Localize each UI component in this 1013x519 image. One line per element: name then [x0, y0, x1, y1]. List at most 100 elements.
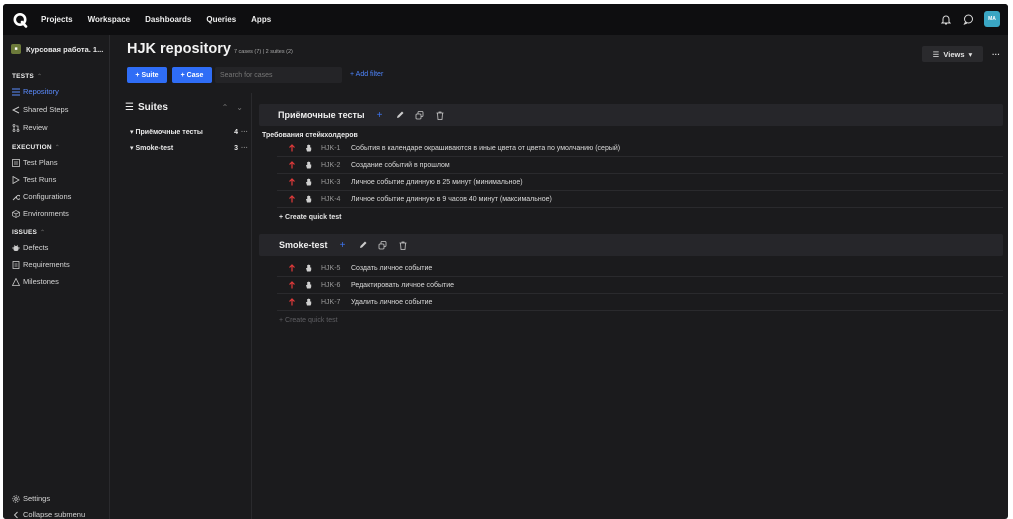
suite-count: 3 — [234, 144, 238, 152]
priority-high-icon — [285, 178, 299, 186]
page-subtitle: 7 cases (7) | 2 suites (2) — [233, 49, 293, 55]
case-title: События в календаре окрашиваются в иные … — [351, 144, 621, 152]
hand-icon — [303, 195, 315, 203]
chat-icon[interactable] — [962, 13, 974, 25]
test-case-row[interactable]: HJK-1 События в календаре окрашиваются в… — [277, 140, 1003, 157]
caret-down-icon: ▾ — [968, 49, 973, 59]
sidebar-item-configurations[interactable]: Configurations — [12, 192, 71, 201]
sidebar-item-review[interactable]: Review — [12, 123, 48, 132]
list-icon — [12, 88, 20, 96]
suite-tree-item[interactable]: ▾ Smoke-test 3 ··· — [130, 144, 248, 153]
hand-icon — [303, 264, 315, 272]
section-tests[interactable]: TESTS ⌃ — [12, 73, 42, 80]
hand-icon — [303, 281, 315, 289]
create-quick-test-link[interactable]: + Create quick test — [279, 214, 341, 221]
clone-icon[interactable] — [378, 240, 388, 250]
nav-queries[interactable]: Queries — [206, 15, 236, 24]
document-icon — [12, 260, 20, 269]
priority-high-icon — [285, 264, 299, 272]
nav-apps[interactable]: Apps — [251, 15, 271, 24]
milestone-icon — [12, 277, 20, 286]
sidebar-item-test-runs[interactable]: Test Runs — [12, 175, 56, 184]
test-case-row[interactable]: HJK-5 Создать личное событие — [277, 260, 1003, 277]
section-issues[interactable]: ISSUES ⌃ — [12, 229, 45, 236]
priority-high-icon — [285, 161, 299, 169]
case-title: Удалить личное событие — [351, 298, 433, 306]
case-title: Личное событие длинную в 9 часов 40 мину… — [351, 195, 552, 203]
play-icon — [12, 175, 20, 184]
suite-tree-item[interactable]: ▾ Приёмочные тесты 4 ··· — [130, 128, 248, 137]
suite-count: 4 — [234, 128, 238, 136]
sidebar-item-label: Collapse submenu — [23, 510, 86, 519]
sidebar-item-defects[interactable]: Defects — [12, 243, 48, 252]
project-selector[interactable]: ■ Курсовая работа. 1... — [11, 44, 103, 54]
sidebar-item-shared-steps[interactable]: Shared Steps — [12, 105, 68, 114]
case-id: HJK-5 — [321, 264, 341, 272]
add-suite-button[interactable]: + Suite — [127, 67, 167, 83]
sidebar-item-label: Review — [23, 123, 48, 132]
case-title: Создать личное событие — [351, 264, 433, 272]
add-case-icon[interactable]: + — [375, 110, 385, 121]
search-input[interactable]: Search for cases — [215, 67, 342, 83]
trash-icon[interactable] — [398, 240, 408, 250]
collapse-submenu-button[interactable]: Collapse submenu — [12, 510, 85, 519]
test-case-row[interactable]: HJK-3 Личное событие длинную в 25 минут … — [277, 174, 1003, 191]
sidebar-item-label: Test Runs — [23, 175, 57, 184]
add-filter-link[interactable]: + Add filter — [350, 71, 383, 78]
app-window: Projects Workspace Dashboards Queries Ap… — [3, 4, 1008, 519]
chevron-up-icon: ⌃ — [36, 74, 43, 80]
test-case-row[interactable]: HJK-4 Личное событие длинную в 9 часов 4… — [277, 191, 1003, 208]
more-icon[interactable]: ··· — [241, 129, 248, 136]
sidebar-item-repository[interactable]: Repository — [12, 87, 59, 96]
chevron-left-icon — [12, 511, 20, 519]
views-dropdown[interactable]: ☰ Views ▾ — [922, 46, 983, 62]
section-execution[interactable]: EXECUTION ⌃ — [12, 144, 60, 151]
project-badge-icon: ■ — [11, 44, 21, 54]
hand-icon — [303, 161, 315, 169]
bell-icon[interactable] — [940, 13, 952, 25]
collapse-all-icon[interactable]: ⌄ — [236, 103, 243, 112]
priority-high-icon — [285, 144, 299, 152]
views-label: Views — [943, 49, 965, 59]
section-tests-label: TESTS — [12, 73, 34, 80]
edit-icon[interactable] — [395, 110, 405, 120]
more-options-button[interactable]: ··· — [989, 46, 1003, 62]
nav-workspace[interactable]: Workspace — [88, 15, 131, 24]
share-icon — [12, 106, 20, 114]
test-case-row[interactable]: HJK-2 Создание событий в прошлом — [277, 157, 1003, 174]
sidebar-item-environments[interactable]: Environments — [12, 209, 69, 218]
case-id: HJK-7 — [321, 298, 341, 306]
suite-tree-label: Приёмочные тесты — [135, 128, 203, 136]
project-name: Курсовая работа. 1... — [26, 44, 104, 54]
user-avatar[interactable]: MA — [984, 11, 1000, 27]
nav-projects[interactable]: Projects — [41, 15, 73, 24]
add-case-button[interactable]: + Case — [172, 67, 212, 83]
suites-panel: ☰ Suites ⌃ ⌄ ▾ Приёмочные тесты 4 ··· ▾ S… — [117, 93, 252, 519]
menu-icon: ☰ — [932, 49, 940, 59]
create-quick-test-link[interactable]: + Create quick test — [279, 317, 338, 324]
page-title-text: HJK repository — [127, 41, 231, 57]
trash-icon[interactable] — [435, 110, 445, 120]
suite-description: Требования стейкхолдеров — [262, 132, 358, 139]
add-case-icon[interactable]: + — [338, 240, 348, 251]
test-case-row[interactable]: HJK-7 Удалить личное событие — [277, 294, 1003, 311]
sidebar-item-settings[interactable]: Settings — [12, 494, 50, 503]
sidebar-item-label: Settings — [23, 494, 51, 503]
case-id: HJK-2 — [321, 161, 341, 169]
suite-header: Smoke-test + — [259, 234, 1003, 256]
clone-icon[interactable] — [415, 110, 425, 120]
expand-all-icon[interactable]: ⌃ — [222, 103, 229, 112]
nav-dashboards[interactable]: Dashboards — [145, 15, 191, 24]
case-id: HJK-1 — [321, 144, 341, 152]
qase-logo-icon[interactable] — [11, 11, 29, 29]
test-case-row[interactable]: HJK-6 Редактировать личное событие — [277, 277, 1003, 294]
sidebar-item-requirements[interactable]: Requirements — [12, 260, 70, 269]
hand-icon — [303, 178, 315, 186]
sidebar-item-test-plans[interactable]: Test Plans — [12, 158, 58, 167]
suites-title: Suites — [137, 102, 168, 113]
suite-tree-label: Smoke-test — [135, 144, 174, 152]
more-icon[interactable]: ··· — [241, 145, 248, 152]
sidebar-item-label: Shared Steps — [23, 105, 69, 114]
sidebar-item-milestones[interactable]: Milestones — [12, 277, 59, 286]
edit-icon[interactable] — [358, 240, 368, 250]
